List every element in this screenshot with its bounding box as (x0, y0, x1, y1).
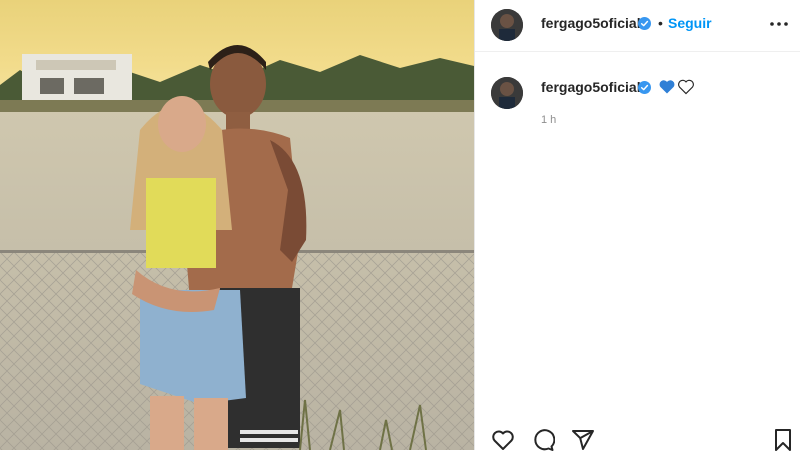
paper-plane-icon[interactable] (571, 428, 595, 452)
post-photo[interactable] (0, 0, 474, 450)
caption-username[interactable]: fergago5oficial (541, 79, 641, 95)
caption: fergago5oficial (475, 70, 800, 110)
post-side-panel: fergago5oficial • Seguir fergago5oficial (474, 0, 800, 452)
bookmark-icon[interactable] (771, 428, 795, 452)
post-username[interactable]: fergago5oficial (541, 15, 641, 31)
more-options-icon[interactable] (767, 12, 791, 36)
post-photo-image (0, 0, 474, 450)
avatar[interactable] (491, 9, 523, 41)
blue-heart-icon (659, 80, 675, 94)
heart-outline-icon[interactable] (491, 428, 515, 452)
comment-bubble-icon[interactable] (531, 428, 555, 452)
verified-badge-icon (638, 17, 651, 30)
separator-dot: • (658, 15, 663, 31)
white-heart-icon (678, 79, 694, 95)
verified-badge-icon (638, 81, 651, 94)
comment-timestamp: 1 h (541, 114, 557, 126)
post-header: fergago5oficial • Seguir (475, 0, 800, 52)
follow-button[interactable]: Seguir (668, 15, 712, 31)
caption-avatar[interactable] (491, 77, 523, 109)
